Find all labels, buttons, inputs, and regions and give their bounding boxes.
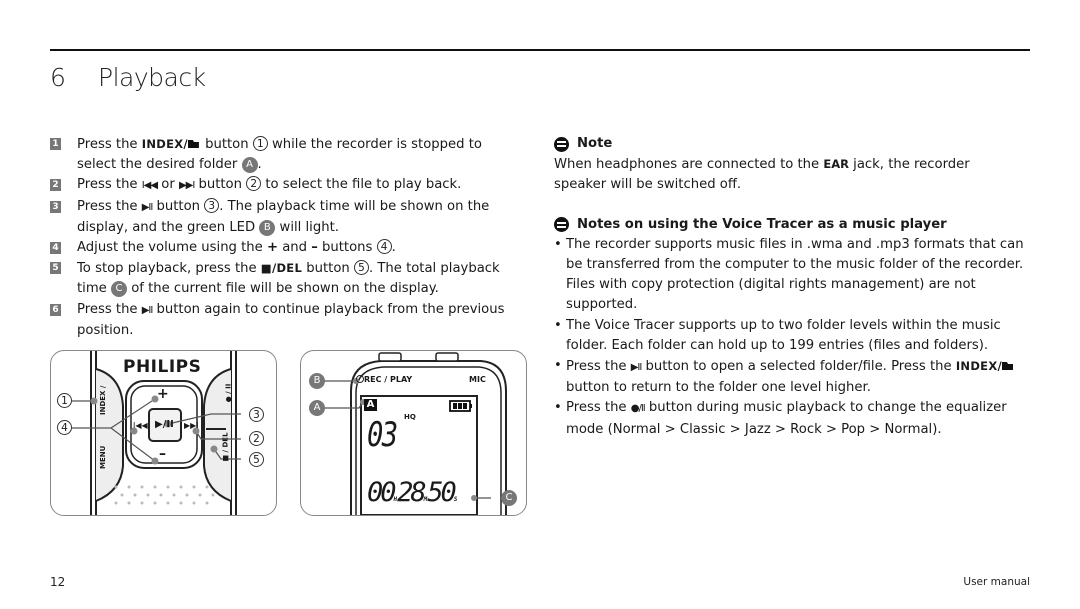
figure-callout-3: 3: [249, 407, 264, 422]
callout-4: 4: [376, 239, 392, 255]
prev-icon: I◀◀: [141, 180, 158, 192]
callout-b: B: [259, 219, 276, 236]
plus-key: +: [266, 240, 279, 256]
volume-down-button: –: [159, 446, 166, 462]
ear-key: EAR: [823, 157, 849, 172]
prev-button: I◀◀: [133, 421, 148, 430]
step-number: 5: [50, 262, 61, 275]
notes-column: Note When headphones are connected to th…: [554, 134, 1024, 440]
document-name: User manual: [963, 576, 1030, 588]
figure-callout-4: 4: [57, 420, 72, 435]
folder-icon: [1001, 362, 1013, 371]
page-title: 6 Playback: [50, 63, 206, 92]
section-title: Playback: [98, 63, 206, 92]
music-notes-heading: Notes on using the Voice Tracer as a mus…: [554, 215, 1024, 235]
led-icon: [356, 375, 364, 383]
step-number: 6: [50, 303, 61, 316]
file-number: 03: [367, 415, 398, 455]
record-label: ● / II: [224, 383, 233, 403]
quality-indicator: HQ: [404, 413, 416, 421]
note-text: When headphones are connected to the EAR…: [554, 157, 970, 193]
led-indicator: REC / PLAY: [356, 375, 412, 384]
step-3: 3 Press the ▶II button 3. The playback t…: [48, 197, 518, 238]
step-number: 4: [50, 242, 61, 255]
figure-callout-2: 2: [249, 431, 264, 446]
playback-time: 00H28M50S: [367, 477, 458, 508]
stop-del-label: ■ / DEL: [221, 432, 230, 462]
play-pause-button: ▶/II: [155, 419, 174, 430]
volume-up-button: +: [157, 386, 169, 402]
step-2: 2 Press the I◀◀ or ▶▶I button 2 to selec…: [48, 175, 518, 196]
figure-display: REC / PLAY MIC A HQ 03 00H28M50S B A C: [300, 350, 527, 516]
step-5: 5 To stop playback, press the ■/DEL butt…: [48, 258, 518, 299]
step-number: 3: [50, 200, 61, 213]
figure-callout-c: C: [501, 490, 517, 506]
header-rule: [50, 49, 1030, 51]
figure-callout-5: 5: [249, 452, 264, 467]
index-menu-label: INDEX /: [99, 385, 107, 415]
note-icon: [554, 217, 569, 233]
callout-3: 3: [204, 197, 220, 213]
figure-callout-a: A: [309, 400, 325, 416]
play-pause-icon: ▶II: [630, 362, 643, 374]
figure-callout-b: B: [309, 373, 325, 389]
step-1: 1 Press the INDEX/ button 1 while the re…: [48, 134, 518, 175]
stop-del-key: ■/DEL: [260, 261, 303, 276]
callout-1: 1: [252, 136, 268, 151]
page-number: 12: [50, 575, 66, 589]
index-key: INDEX/: [955, 359, 1002, 374]
figure-controls: PHILIPS INDEX / MENU ● / II ■ / DEL + – …: [50, 350, 277, 516]
step-4: 4 Adjust the volume using the + and – bu…: [48, 238, 518, 258]
note-heading: Note: [554, 134, 1024, 154]
play-pause-icon: ▶II: [141, 201, 154, 213]
list-item: Press the ▶II button to open a selected …: [554, 356, 1024, 398]
mic-label: MIC: [469, 375, 486, 384]
note-icon: [554, 136, 569, 152]
play-pause-icon: ▶II: [141, 304, 154, 316]
index-key: INDEX/: [141, 137, 188, 151]
list-item: Press the ●/II button during music playb…: [554, 398, 1024, 439]
steps-list: 1 Press the INDEX/ button 1 while the re…: [48, 134, 518, 341]
callout-a: A: [241, 157, 258, 174]
minus-key: –: [311, 240, 318, 256]
music-notes-list: The recorder supports music files in .wm…: [554, 235, 1024, 440]
section-number: 6: [50, 63, 66, 92]
list-item: The Voice Tracer supports up to two fold…: [554, 316, 1024, 356]
step-number: 2: [50, 179, 61, 192]
record-pause-icon: ●/II: [630, 403, 646, 415]
folder-indicator: A: [364, 399, 377, 411]
callout-2: 2: [246, 176, 262, 192]
figure-callout-1: 1: [57, 393, 72, 408]
folder-icon: [187, 140, 199, 148]
brand-logo: PHILIPS: [123, 357, 202, 377]
callout-c: C: [111, 281, 127, 298]
next-icon: ▶▶I: [178, 180, 195, 192]
step-6: 6 Press the ▶II button again to continue…: [48, 300, 518, 341]
callout-5: 5: [353, 260, 369, 276]
step-number: 1: [50, 138, 61, 150]
list-item: The recorder supports music files in .wm…: [554, 235, 1024, 316]
next-button: ▶▶I: [184, 421, 199, 430]
menu-label: MENU: [99, 445, 107, 469]
